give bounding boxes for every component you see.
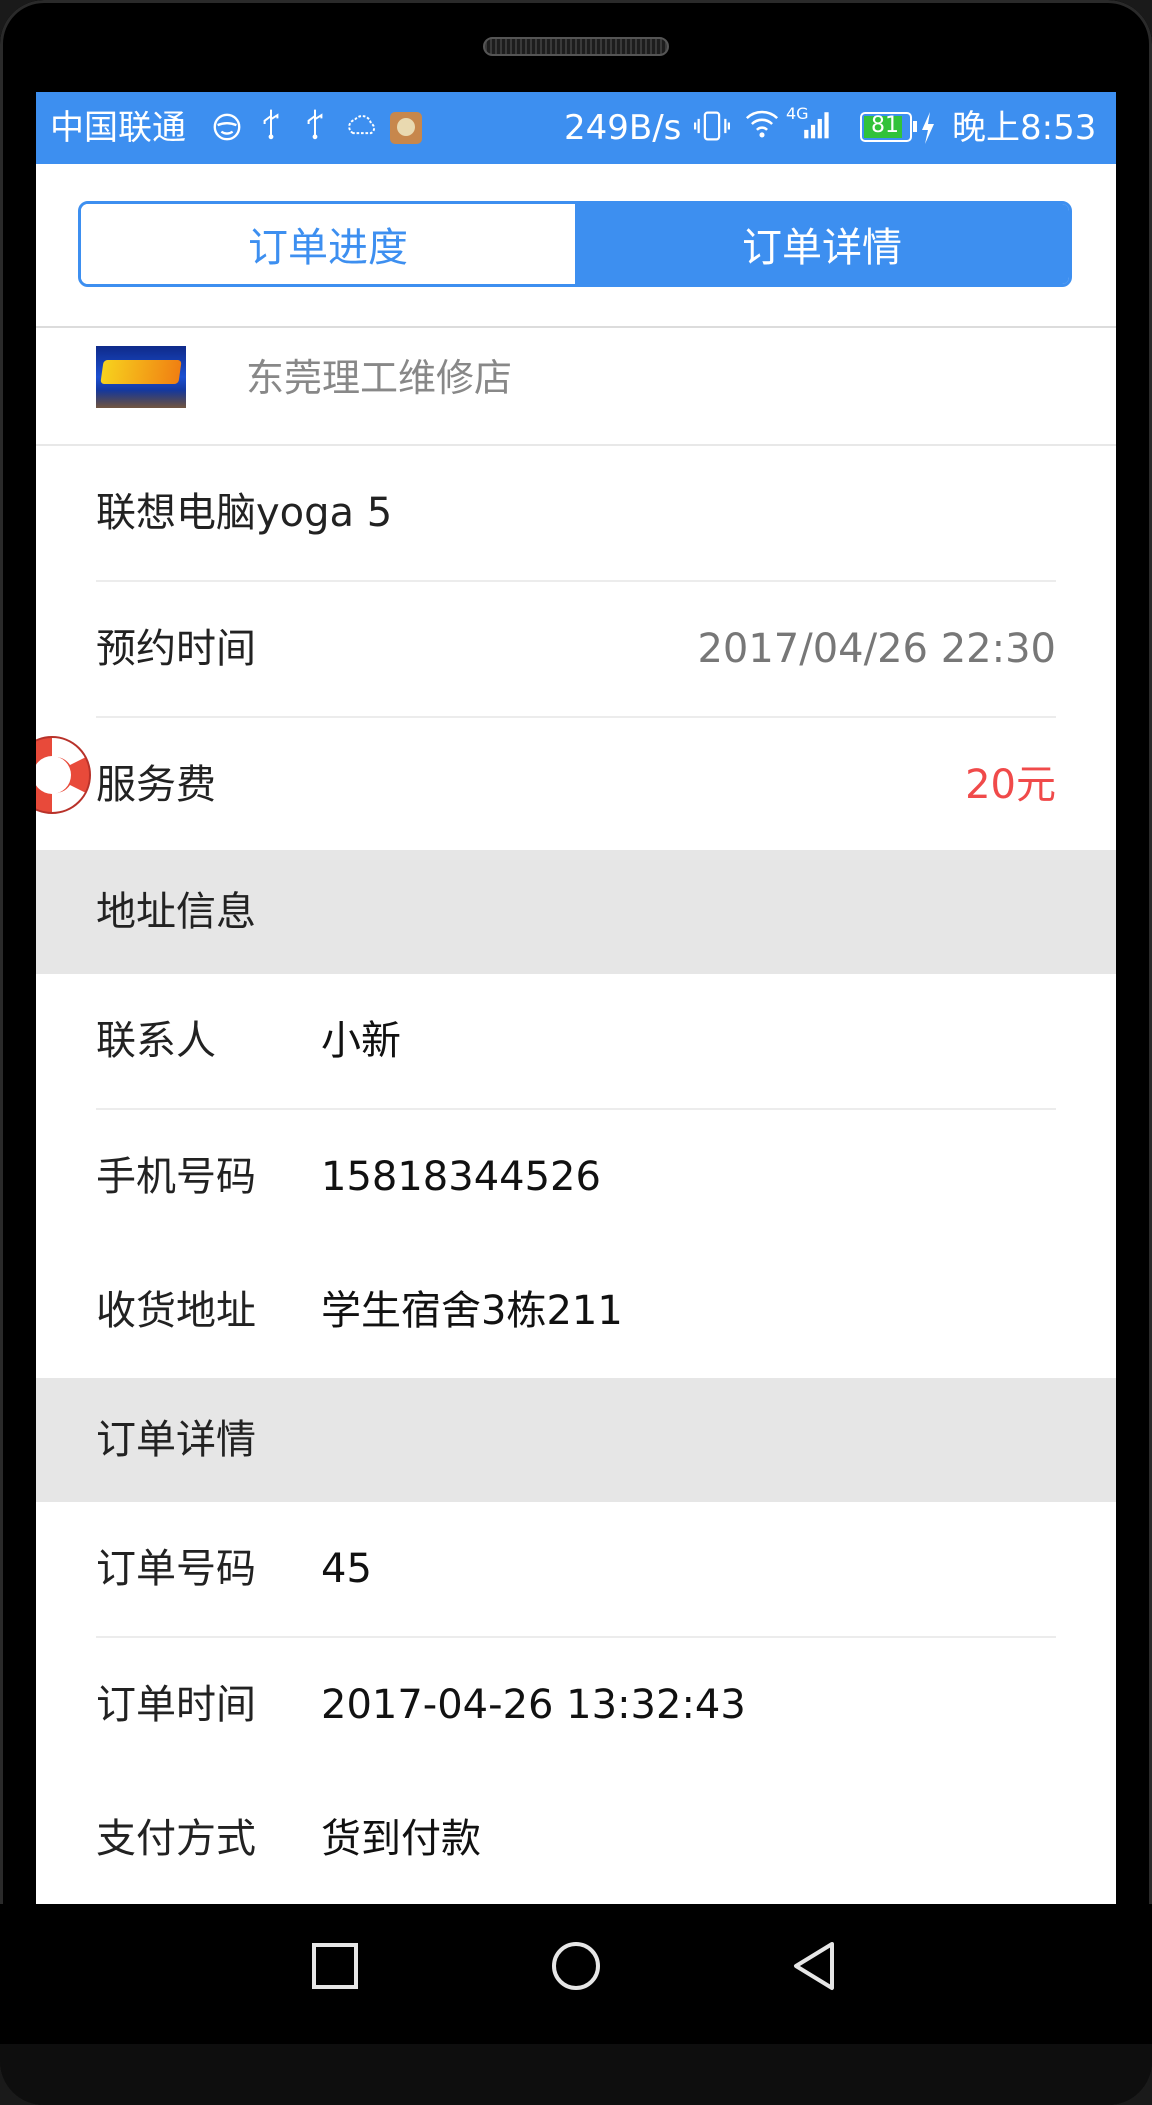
service-fee-row: 服务费 20元 [36, 718, 1116, 852]
service-fee-value: 20元 [965, 762, 1056, 808]
circle-nav-icon[interactable] [548, 1938, 604, 1994]
contact-value: 小新 [321, 1018, 401, 1064]
phone-value: 15818344526 [321, 1154, 601, 1200]
item-row: 联想电脑yoga 5 [36, 446, 1116, 580]
lifebuoy-icon[interactable] [36, 725, 94, 825]
battery-icon: 81 [860, 112, 917, 142]
network-speed: 249B/s [564, 108, 682, 148]
order-section-header: 订单详情 [36, 1378, 1116, 1502]
usb-icon-2 [307, 109, 323, 140]
address-label: 收货地址 [96, 1288, 256, 1334]
tab-order-progress[interactable]: 订单进度 [81, 204, 575, 284]
system-nav-bar [0, 1904, 1152, 2044]
status-bar: 中国联通 249B/s 4G 81 晚上8:53 [36, 92, 1116, 164]
charging-icon [922, 112, 934, 144]
wifi-icon [745, 110, 779, 138]
square-nav-icon[interactable] [307, 1938, 363, 1994]
appointment-row: 预约时间 2017/04/26 22:30 [36, 582, 1116, 716]
item-name: 联想电脑yoga 5 [96, 490, 393, 536]
back-nav-icon[interactable] [788, 1938, 844, 1994]
segmented-tabs: 订单进度 订单详情 [78, 201, 1072, 287]
battery-level: 81 [871, 113, 899, 138]
order-time-label: 订单时间 [96, 1682, 256, 1728]
phone-frame: 中国联通 249B/s 4G 81 晚上8:53 订单进度 订单详情 东莞理工维… [0, 0, 1152, 2105]
address-row: 收货地址 学生宿舍3栋211 [36, 1244, 1116, 1378]
clock: 晚上8:53 [952, 108, 1097, 148]
shop-row[interactable]: 东莞理工维修店 [36, 328, 1116, 446]
order-section-title: 订单详情 [96, 1417, 256, 1463]
appointment-label: 预约时间 [96, 626, 256, 672]
order-number-label: 订单号码 [96, 1546, 256, 1592]
appointment-value: 2017/04/26 22:30 [697, 626, 1056, 672]
shop-name: 东莞理工维修店 [246, 356, 513, 400]
face-icon [213, 113, 241, 141]
address-value: 学生宿舍3栋211 [321, 1288, 623, 1334]
payment-label: 支付方式 [96, 1816, 256, 1862]
usb-icon [263, 109, 279, 140]
app-screen: 中国联通 249B/s 4G 81 晚上8:53 订单进度 订单详情 东莞理工维… [36, 92, 1116, 1904]
order-number-value: 45 [321, 1546, 372, 1592]
tab-order-details[interactable]: 订单详情 [575, 204, 1069, 284]
carrier-label: 中国联通 [50, 108, 186, 148]
order-number-row: 订单号码 45 [36, 1502, 1116, 1636]
contact-row: 联系人 小新 [36, 974, 1116, 1108]
payment-row: 支付方式 货到付款 [36, 1772, 1116, 1904]
vibrate-icon [694, 111, 730, 141]
address-section-header: 地址信息 [36, 850, 1116, 974]
contact-label: 联系人 [96, 1018, 216, 1064]
service-fee-label: 服务费 [96, 762, 216, 808]
app-notification-icon [390, 112, 422, 144]
weather-icon [348, 115, 375, 135]
address-section-title: 地址信息 [96, 889, 256, 935]
phone-row: 手机号码 15818344526 [36, 1110, 1116, 1244]
order-time-row: 订单时间 2017-04-26 13:32:43 [36, 1638, 1116, 1772]
phone-label: 手机号码 [96, 1154, 256, 1200]
device-bottom-bezel [0, 2044, 1152, 2105]
shop-logo [96, 346, 186, 408]
order-time-value: 2017-04-26 13:32:43 [321, 1682, 746, 1728]
payment-value: 货到付款 [321, 1816, 481, 1862]
signal-icon [804, 112, 829, 139]
earpiece-speaker [483, 37, 669, 56]
